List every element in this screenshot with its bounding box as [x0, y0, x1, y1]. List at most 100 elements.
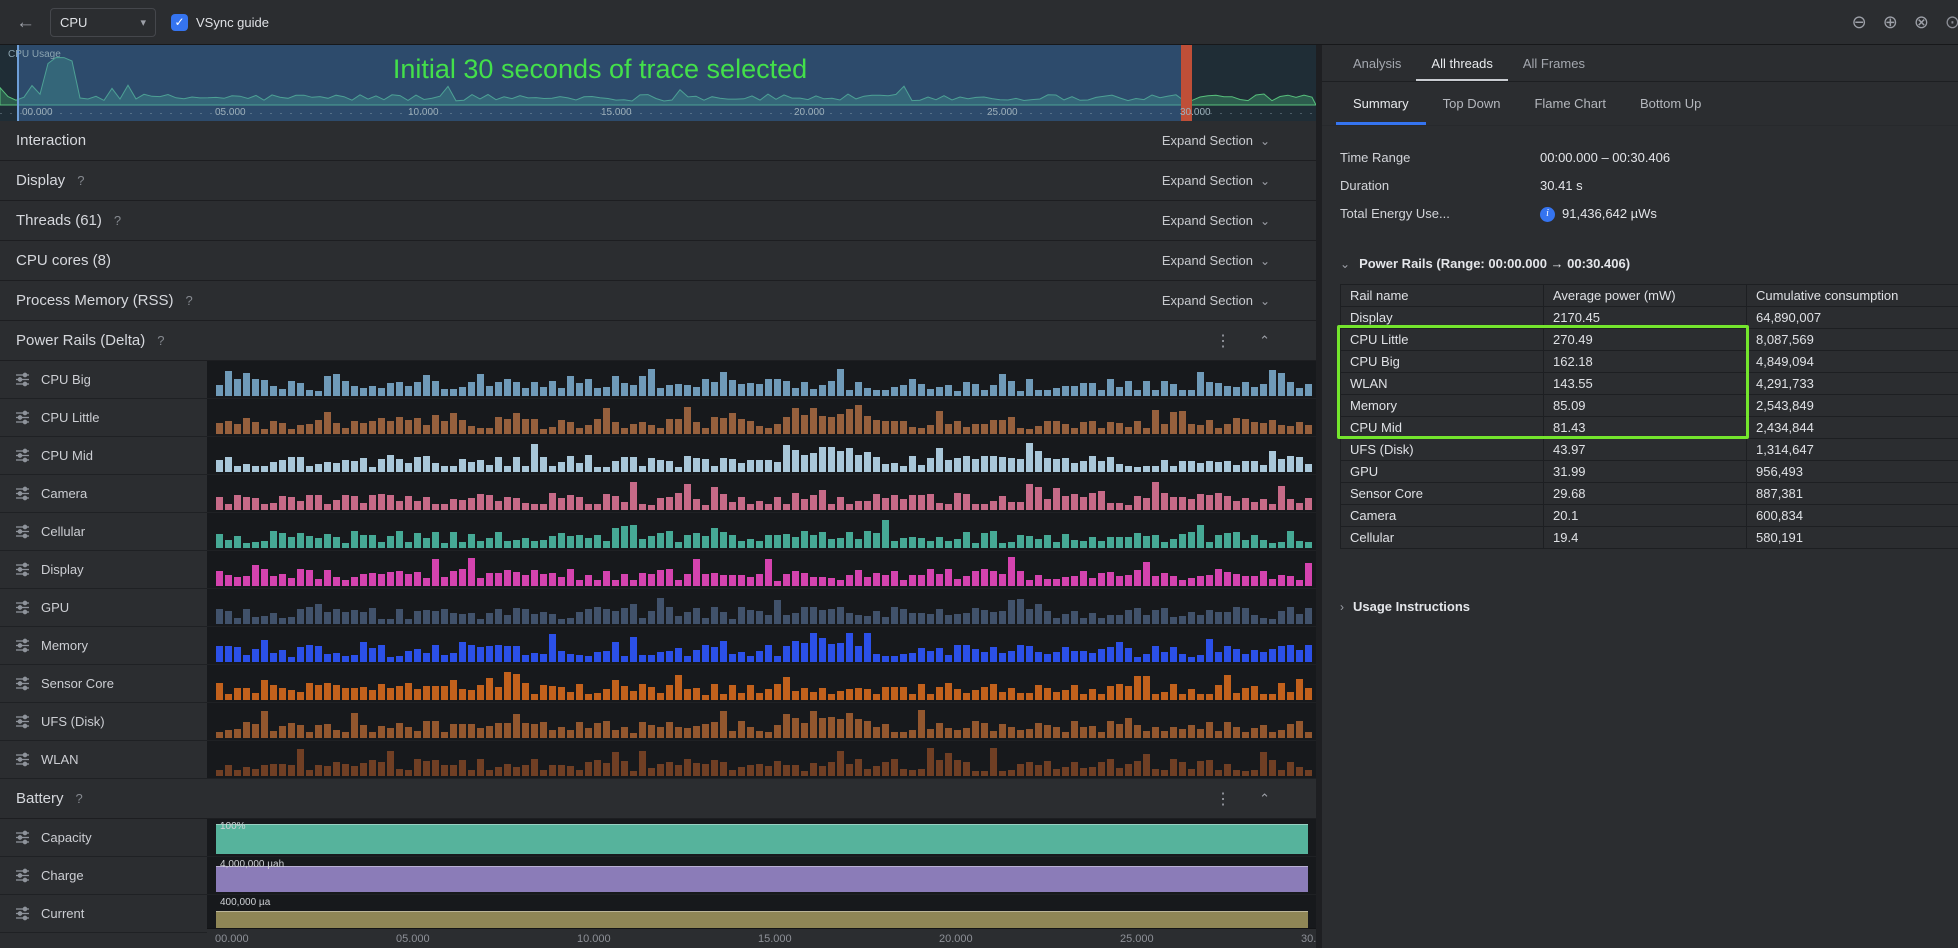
track-chart[interactable] [207, 589, 1316, 626]
table-row[interactable]: Memory85.092,543,849 [1341, 395, 1958, 417]
section-display[interactable]: Display?Expand Section⌄ [0, 161, 1316, 201]
track-settings-icon[interactable] [15, 448, 30, 463]
track-settings-icon[interactable] [15, 410, 30, 425]
section-interaction[interactable]: InteractionExpand Section⌄ [0, 121, 1316, 161]
track-chart[interactable] [207, 741, 1316, 778]
subtab-bottom-up[interactable]: Bottom Up [1623, 82, 1718, 125]
power-rails-section-header[interactable]: Power Rails (Delta) ? ⋮ ⌃ [0, 321, 1316, 361]
subtab-flame-chart[interactable]: Flame Chart [1517, 82, 1623, 125]
table-row[interactable]: GPU31.99956,493 [1341, 461, 1958, 483]
track-chart[interactable] [207, 399, 1316, 436]
track-chart[interactable] [207, 703, 1316, 740]
track-label-cell[interactable]: Sensor Core [0, 665, 207, 702]
track-settings-icon[interactable] [15, 906, 30, 921]
tab-analysis[interactable]: Analysis [1338, 45, 1416, 81]
subtab-summary[interactable]: Summary [1336, 82, 1426, 125]
help-icon[interactable]: ? [186, 293, 193, 308]
track-settings-icon[interactable] [15, 372, 30, 387]
track-settings-icon[interactable] [15, 830, 30, 845]
battery-chart[interactable]: 100% [207, 819, 1316, 856]
chart-bar [234, 618, 241, 624]
collapse-section-icon[interactable]: ⌃ [1259, 791, 1270, 807]
track-label-cell[interactable]: WLAN [0, 741, 207, 778]
table-row[interactable]: CPU Mid81.432,434,844 [1341, 417, 1958, 439]
track-settings-icon[interactable] [15, 600, 30, 615]
power-rails-summary-header[interactable]: ⌄ Power Rails (Range: 00:00.000 → 00:30.… [1340, 256, 1958, 271]
track-label-cell[interactable]: GPU [0, 589, 207, 626]
track-settings-icon[interactable] [15, 714, 30, 729]
section-cpu-cores-8[interactable]: CPU cores (8)Expand Section⌄ [0, 241, 1316, 281]
tab-all-frames[interactable]: All Frames [1508, 45, 1600, 81]
track-chart[interactable] [207, 361, 1316, 398]
expand-section-button[interactable]: Expand Section⌄ [1162, 253, 1270, 268]
battery-chart[interactable]: 400,000 µa [207, 895, 1316, 932]
track-label-cell[interactable]: UFS (Disk) [0, 703, 207, 740]
help-icon[interactable]: ? [77, 173, 84, 188]
back-arrow-icon[interactable]: ← [16, 13, 35, 32]
profiler-type-dropdown[interactable]: CPU ▾ [50, 8, 156, 37]
chart-bar [1233, 574, 1240, 586]
track-label-cell[interactable]: Charge [0, 857, 207, 894]
expand-section-button[interactable]: Expand Section⌄ [1162, 293, 1270, 308]
track-chart[interactable] [207, 551, 1316, 588]
table-row[interactable]: UFS (Disk)43.971,314,647 [1341, 439, 1958, 461]
chart-bar [945, 569, 952, 586]
track-label-cell[interactable]: Cellular [0, 513, 207, 550]
track-label-cell[interactable]: CPU Mid [0, 437, 207, 474]
info-icon[interactable]: i [1540, 207, 1555, 222]
track-settings-icon[interactable] [15, 752, 30, 767]
kebab-menu-icon[interactable]: ⋮ [1215, 331, 1231, 351]
track-chart[interactable] [207, 665, 1316, 702]
usage-instructions-header[interactable]: › Usage Instructions [1340, 599, 1958, 614]
track-settings-icon[interactable] [15, 676, 30, 691]
track-label-cell[interactable]: Current [0, 895, 207, 932]
help-icon[interactable]: ? [114, 213, 121, 228]
table-row[interactable]: Camera20.1600,834 [1341, 505, 1958, 527]
track-label-cell[interactable]: Display [0, 551, 207, 588]
vsync-guide-toggle[interactable]: ✓ VSync guide [171, 14, 269, 31]
track-label-cell[interactable]: CPU Big [0, 361, 207, 398]
zoom-to-selection-icon[interactable]: ⊙ [1945, 12, 1958, 33]
expand-section-button[interactable]: Expand Section⌄ [1162, 173, 1270, 188]
subtab-top-down[interactable]: Top Down [1426, 82, 1518, 125]
expand-section-button[interactable]: Expand Section⌄ [1162, 213, 1270, 228]
track-label-cell[interactable]: Memory [0, 627, 207, 664]
help-icon[interactable]: ? [76, 791, 83, 806]
table-row[interactable]: CPU Big162.184,849,094 [1341, 351, 1958, 373]
expand-section-button[interactable]: Expand Section⌄ [1162, 133, 1270, 148]
track-chart[interactable] [207, 475, 1316, 512]
zoom-out-icon[interactable]: ⊖ [1852, 12, 1867, 33]
tab-all-threads[interactable]: All threads [1416, 45, 1507, 81]
section-threads-61[interactable]: Threads (61)?Expand Section⌄ [0, 201, 1316, 241]
track-chart[interactable] [207, 437, 1316, 474]
track-label-cell[interactable]: Capacity [0, 819, 207, 856]
track-chart[interactable] [207, 513, 1316, 550]
checkbox-checked-icon[interactable]: ✓ [171, 14, 188, 31]
track-settings-icon[interactable] [15, 562, 30, 577]
chevron-down-icon: ⌄ [1260, 294, 1270, 308]
table-row[interactable]: Cellular19.4580,191 [1341, 527, 1958, 549]
collapse-section-icon[interactable]: ⌃ [1259, 333, 1270, 349]
section-process-memory-rss[interactable]: Process Memory (RSS)?Expand Section⌄ [0, 281, 1316, 321]
chart-bar [909, 694, 916, 700]
chart-bar [900, 499, 907, 510]
track-label-cell[interactable]: CPU Little [0, 399, 207, 436]
reset-zoom-icon[interactable]: ⊗ [1914, 12, 1929, 33]
table-row[interactable]: CPU Little270.498,087,569 [1341, 329, 1958, 351]
table-row[interactable]: WLAN143.554,291,733 [1341, 373, 1958, 395]
power-rails-table[interactable]: Rail nameAverage power (mW)Cumulative co… [1340, 284, 1958, 549]
help-icon[interactable]: ? [157, 333, 164, 348]
cpu-usage-timeline[interactable]: CPU Usage Initial 30 seconds of trace se… [0, 45, 1316, 121]
battery-chart[interactable]: 4,000,000 µah [207, 857, 1316, 894]
track-settings-icon[interactable] [15, 638, 30, 653]
zoom-in-icon[interactable]: ⊕ [1883, 12, 1898, 33]
track-chart[interactable] [207, 627, 1316, 664]
track-settings-icon[interactable] [15, 868, 30, 883]
track-settings-icon[interactable] [15, 486, 30, 501]
table-row[interactable]: Display2170.4564,890,007 [1341, 307, 1958, 329]
track-settings-icon[interactable] [15, 524, 30, 539]
battery-section-header[interactable]: Battery ? ⋮ ⌃ [0, 779, 1316, 819]
table-row[interactable]: Sensor Core29.68887,381 [1341, 483, 1958, 505]
track-label-cell[interactable]: Camera [0, 475, 207, 512]
kebab-menu-icon[interactable]: ⋮ [1215, 789, 1231, 809]
